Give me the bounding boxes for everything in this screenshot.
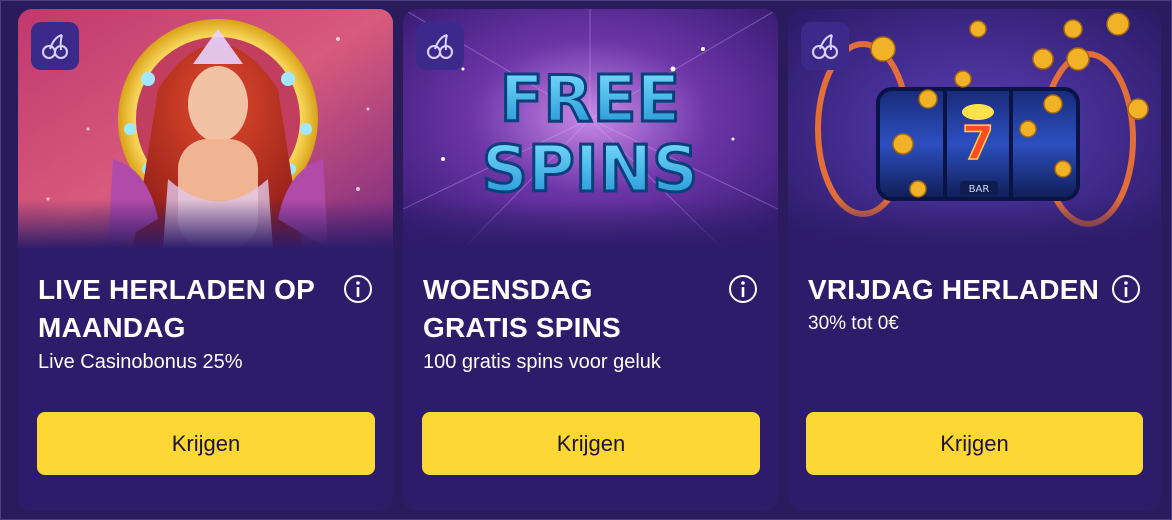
promo-title: VRIJDAG HERLADEN xyxy=(808,274,1100,305)
cherries-icon xyxy=(42,34,68,59)
promo-title: WOENSDAG GRATIS SPINS xyxy=(423,274,621,343)
cherries-icon xyxy=(427,34,453,59)
free-text: FREE xyxy=(500,63,680,137)
seven-symbol: 7 xyxy=(962,116,994,170)
cherries-icon xyxy=(812,34,838,59)
promo-subtitle: Live Casinobonus 25% xyxy=(38,351,243,373)
cherries-badge xyxy=(31,22,79,70)
cherries-badge xyxy=(416,22,464,70)
claim-button[interactable]: Krijgen xyxy=(422,412,760,475)
promo-card-woensdag-spins: FREE SPINS WOENSDAG GRATIS SPINS 100 gra… xyxy=(403,9,778,511)
promo-subtitle: 30% tot 0€ xyxy=(808,313,899,334)
claim-button[interactable]: Krijgen xyxy=(37,412,375,475)
info-icon[interactable] xyxy=(343,274,373,304)
claim-button[interactable]: Krijgen xyxy=(806,412,1143,475)
promo-subtitle: 100 gratis spins voor geluk xyxy=(423,351,661,373)
promotions-container: LIVE HERLADEN OP MAANDAG Live Casinobonu… xyxy=(0,0,1172,520)
info-icon[interactable] xyxy=(1111,274,1141,304)
bar-symbol: BAR xyxy=(969,184,990,195)
promo-card-vrijdag-herladen: 7 BAR VRIJDAG HERLADEN 30% tot 0€ Krijge… xyxy=(788,9,1161,511)
info-icon[interactable] xyxy=(728,274,758,304)
promo-card-live-herladen: LIVE HERLADEN OP MAANDAG Live Casinobonu… xyxy=(18,9,393,511)
promo-title: LIVE HERLADEN OP MAANDAG xyxy=(38,274,315,343)
cherries-badge xyxy=(801,22,849,70)
spins-text: SPINS xyxy=(482,133,698,207)
